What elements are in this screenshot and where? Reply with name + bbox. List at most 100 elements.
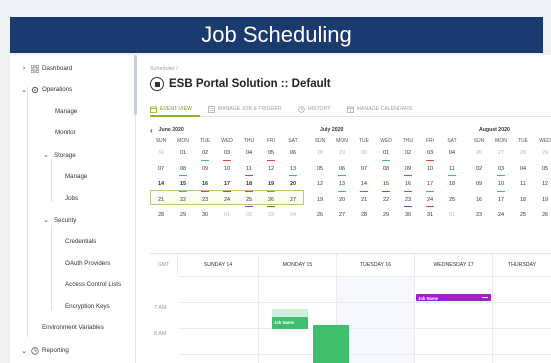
calendar-day[interactable]: 15 [172,178,194,194]
calendar-day[interactable]: 21 [353,194,375,210]
calendar-day[interactable]: 13 [331,178,353,194]
calendar-day[interactable]: 26 [260,194,282,210]
calendar-day[interactable]: 01 [375,147,397,163]
calendar-day[interactable]: 08 [375,163,397,179]
calendar-day[interactable]: 16 [468,194,490,210]
calendar-day[interactable]: 02 [468,163,490,179]
calendar-day[interactable]: 09 [468,178,490,194]
calendar-day[interactable]: 12 [309,178,331,194]
calendar-day[interactable]: 02 [194,147,216,163]
calendar-day[interactable]: 06 [331,163,353,179]
calendar-day[interactable]: 30 [353,147,375,163]
calendar-day[interactable]: 17 [216,178,238,194]
calendar-day[interactable]: 29 [534,147,551,163]
sidebar-item-security[interactable]: ⌄ Security [42,216,76,225]
calendar-day[interactable]: 22 [375,194,397,210]
calendar-day[interactable]: 02 [397,147,419,163]
calendar-day[interactable]: 04 [441,147,463,163]
sidebar-item-manage[interactable]: Manage [55,108,77,115]
sidebar-item-jobs[interactable]: Jobs [65,195,78,202]
calendar-day[interactable]: 27 [331,209,353,225]
calendar-day[interactable]: 03 [216,147,238,163]
calendar-day[interactable]: 15 [375,178,397,194]
calendar-day[interactable]: 05 [260,147,282,163]
calendar-day[interactable]: 26 [309,209,331,225]
calendar-day[interactable]: 16 [194,178,216,194]
calendar-day[interactable]: 26 [534,209,551,225]
calendar-day[interactable]: 09 [194,163,216,179]
tab-event-view[interactable]: EVENT VIEW [150,103,192,115]
sidebar-item-storage[interactable]: ⌄ Storage [42,151,76,160]
calendar-day[interactable]: 17 [490,194,512,210]
sidebar-item-environment-variables[interactable]: Environment Variables [42,324,104,331]
stop-icon[interactable] [150,77,164,91]
calendar-day[interactable]: 02 [238,209,260,225]
breadcrumb[interactable]: Scheduler / [150,66,178,72]
sidebar-item-credentials[interactable]: Credentials [65,238,96,245]
calendar-day[interactable]: 23 [468,209,490,225]
calendar-day[interactable]: 26 [468,147,490,163]
calendar-day[interactable]: 06 [282,147,304,163]
calendar-day[interactable]: 20 [282,178,304,194]
calendar-day[interactable]: 03 [419,147,441,163]
sidebar-item-monitor[interactable]: Monitor [55,129,76,136]
calendar-day[interactable]: 25 [441,194,463,210]
sidebar-item-dashboard[interactable]: › Dashboard [20,64,72,73]
calendar-day[interactable]: 25 [512,209,534,225]
calendar-day[interactable]: 10 [490,178,512,194]
calendar-day[interactable]: 18 [512,194,534,210]
calendar-day[interactable]: 04 [512,163,534,179]
calendar-day[interactable]: 19 [309,194,331,210]
calendar-day[interactable]: 22 [172,194,194,210]
day-column[interactable] [493,276,551,363]
calendar-day[interactable]: 21 [150,194,172,210]
calendar-day[interactable]: 01 [172,147,194,163]
calendar-day[interactable]: 24 [216,194,238,210]
calendar-day[interactable]: 28 [353,209,375,225]
tab-manage-calendars[interactable]: MANAGE CALENDARS [346,103,412,115]
tab-history[interactable]: HISTORY [298,103,331,115]
calendar-day[interactable]: 23 [397,194,419,210]
sidebar-item-encryption-keys[interactable]: Encryption Keys [65,303,110,310]
day-column-header[interactable]: WEDNESDAY 17 [415,254,493,276]
calendar-day[interactable]: 11 [512,178,534,194]
calendar-day[interactable]: 18 [441,178,463,194]
calendar-day[interactable]: 11 [441,163,463,179]
calendar-day[interactable]: 19 [534,194,551,210]
calendar-day[interactable]: 18 [238,178,260,194]
calendar-day[interactable]: 29 [375,209,397,225]
calendar-day[interactable]: 01 [441,209,463,225]
day-column-header[interactable]: MONDAY 15 [259,254,337,276]
calendar-day[interactable]: 05 [309,163,331,179]
calendar-day[interactable]: 23 [194,194,216,210]
calendar-day[interactable]: 29 [331,147,353,163]
calendar-day[interactable]: 04 [238,147,260,163]
calendar-day[interactable]: 24 [419,194,441,210]
calendar-day[interactable]: 12 [534,178,551,194]
calendar-day[interactable]: 27 [282,194,304,210]
sidebar-item-access-control-lists[interactable]: Access Control Lists [65,281,121,288]
calendar-day[interactable]: 27 [490,147,512,163]
calendar-day[interactable]: 29 [172,209,194,225]
sidebar-item-operations[interactable]: ⌄ Operations [20,85,72,94]
day-column-header[interactable]: THURSDAY [493,254,551,276]
calendar-day[interactable]: 24 [490,209,512,225]
calendar-day[interactable]: 25 [238,194,260,210]
calendar-day[interactable]: 31 [150,147,172,163]
event-block[interactable]: Job Name [416,294,491,301]
calendar-day[interactable]: 03 [490,163,512,179]
calendar-day[interactable]: 07 [353,163,375,179]
calendar-day[interactable]: 16 [397,178,419,194]
calendar-day[interactable]: 30 [397,209,419,225]
day-column[interactable] [415,276,493,363]
event-resize-handle[interactable] [482,297,488,298]
calendar-day[interactable]: 10 [419,163,441,179]
calendar-day[interactable]: 10 [216,163,238,179]
calendar-day[interactable]: 17 [419,178,441,194]
calendar-day[interactable]: 07 [150,163,172,179]
calendar-day[interactable]: 31 [419,209,441,225]
calendar-day[interactable]: 08 [172,163,194,179]
calendar-day[interactable]: 20 [331,194,353,210]
chevron-left-icon[interactable]: ‹ [150,126,153,135]
calendar-day[interactable]: 14 [150,178,172,194]
